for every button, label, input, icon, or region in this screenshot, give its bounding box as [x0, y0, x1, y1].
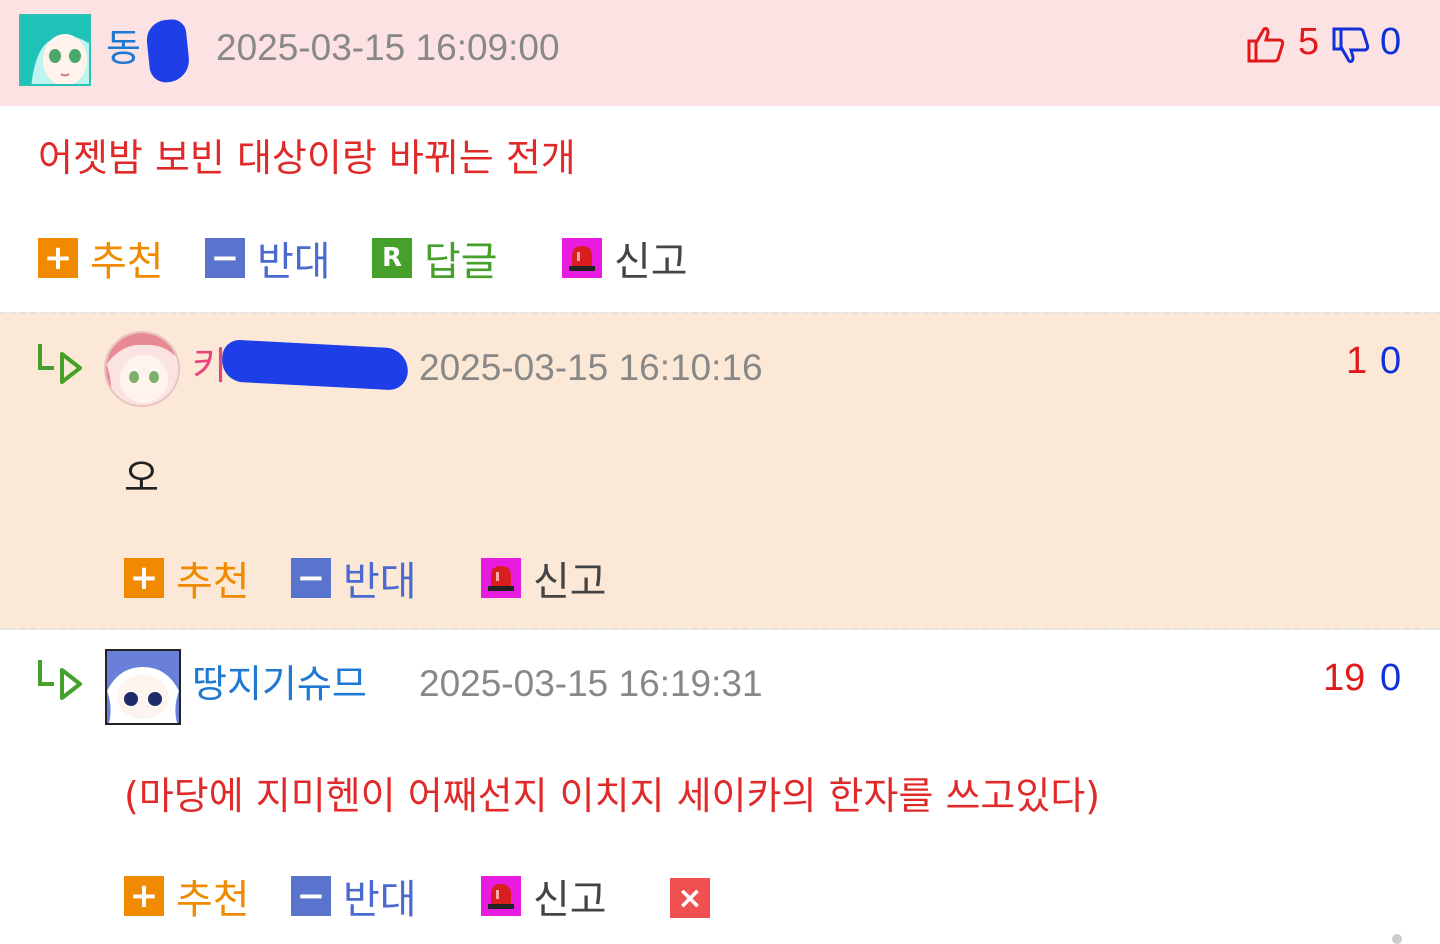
- reply-label: 답글: [424, 239, 498, 285]
- comment-body: (마당에 지미헨이 어째선지 이치지 세이카의 한자를 쓰고있다): [124, 774, 1101, 818]
- reply-arrow-icon: [36, 342, 86, 390]
- timestamp: 2025-03-15 16:10:16: [419, 347, 763, 388]
- oppose-label: 반대: [343, 559, 417, 605]
- recommend-button[interactable]: + 추천: [38, 234, 164, 285]
- report-label: 신고: [614, 239, 688, 285]
- reply-button[interactable]: R 답글: [372, 234, 498, 285]
- recommend-button[interactable]: + 추천: [124, 872, 250, 923]
- recommend-label: 추천: [176, 877, 250, 923]
- siren-icon: [481, 558, 521, 598]
- plus-icon: +: [124, 558, 164, 598]
- recommend-button[interactable]: + 추천: [124, 554, 250, 605]
- oppose-label: 반대: [343, 877, 417, 923]
- avatar[interactable]: [104, 331, 180, 407]
- oppose-button[interactable]: − 반대: [291, 554, 417, 605]
- nickname[interactable]: 키: [192, 342, 227, 390]
- downvote-count: 0: [1380, 657, 1402, 699]
- report-button[interactable]: 신고: [562, 234, 688, 285]
- minus-icon: −: [205, 238, 245, 278]
- comment-body: 어젯밤 보빈 대상이랑 바뀌는 전개: [38, 136, 576, 180]
- oppose-label: 반대: [257, 239, 331, 285]
- comment-body: 오: [124, 456, 159, 500]
- siren-icon: [481, 876, 521, 916]
- thumb-down-icon[interactable]: [1331, 26, 1371, 66]
- nickname[interactable]: 동: [106, 24, 141, 72]
- upvote-count: 5: [1298, 21, 1320, 63]
- report-button[interactable]: 신고: [481, 872, 607, 923]
- minus-icon: −: [291, 558, 331, 598]
- avatar[interactable]: [105, 649, 181, 725]
- downvote-count: 0: [1380, 21, 1402, 63]
- redaction-mark: [221, 339, 409, 391]
- report-label: 신고: [533, 877, 607, 923]
- timestamp: 2025-03-15 16:09:00: [216, 27, 560, 68]
- report-label: 신고: [533, 559, 607, 605]
- nickname[interactable]: 땅지기슈므: [192, 660, 367, 708]
- recommend-label: 추천: [176, 559, 250, 605]
- reply-arrow-icon: [36, 658, 86, 706]
- downvote-count: 0: [1380, 340, 1402, 382]
- plus-icon: +: [38, 238, 78, 278]
- siren-icon: [562, 238, 602, 278]
- comment-item: 동 2025-03-15 16:09:00 5 0 어젯밤 보빈 대상이랑 바뀌…: [0, 0, 1440, 312]
- reply-comment-item: 키 2025-03-15 16:10:16 1 0 오 + 추천 − 반대 신고: [0, 312, 1440, 630]
- delete-button[interactable]: ×: [670, 874, 710, 922]
- thumb-up-icon[interactable]: [1246, 24, 1286, 64]
- avatar[interactable]: [19, 14, 91, 86]
- reply-icon: R: [372, 238, 412, 278]
- minus-icon: −: [291, 876, 331, 916]
- close-icon: ×: [670, 878, 710, 918]
- oppose-button[interactable]: − 반대: [205, 234, 331, 285]
- timestamp: 2025-03-15 16:19:31: [419, 663, 763, 704]
- upvote-count: 19: [1323, 657, 1366, 699]
- oppose-button[interactable]: − 반대: [291, 872, 417, 923]
- report-button[interactable]: 신고: [481, 554, 607, 605]
- plus-icon: +: [124, 876, 164, 916]
- scroll-indicator: [1392, 934, 1402, 944]
- recommend-label: 추천: [90, 239, 164, 285]
- upvote-count: 1: [1346, 340, 1368, 382]
- reply-comment-item: 땅지기슈므 2025-03-15 16:19:31 19 0 (마당에 지미헨이…: [0, 632, 1440, 944]
